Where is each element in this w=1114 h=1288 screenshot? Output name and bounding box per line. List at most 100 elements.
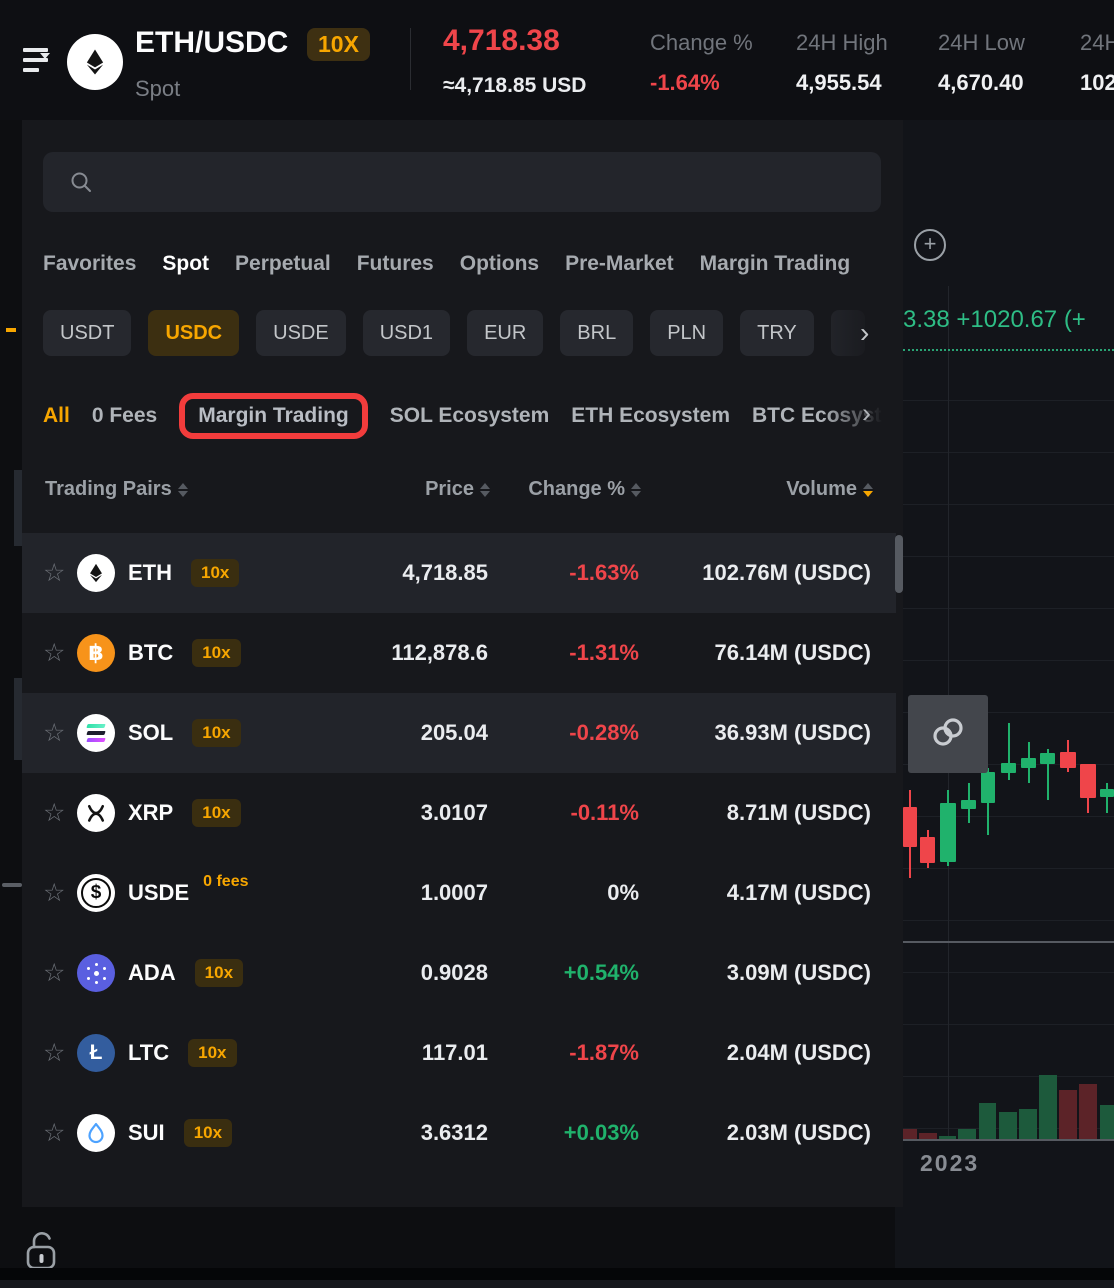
chart-horizontal-gridline (895, 972, 1114, 973)
table-header: Trading Pairs Price Change % Volume (22, 478, 896, 514)
filter-eth-ecosystem[interactable]: ETH Ecosystem (571, 404, 730, 428)
table-row-btc[interactable]: ☆฿BTC10x112,878.6-1.31%76.14M (USDC) (22, 613, 896, 693)
quote-chip-brl[interactable]: BRL (560, 310, 633, 356)
pair-title[interactable]: ETH/USDC (135, 26, 288, 60)
sol-icon (77, 714, 115, 752)
pair-cell: ☆ŁLTC10x (43, 1013, 237, 1093)
hamburger-menu-icon[interactable] (23, 48, 53, 74)
favorite-star-icon[interactable]: ☆ (43, 1118, 69, 1148)
chain-link-button[interactable] (908, 695, 988, 773)
favorite-star-icon[interactable]: ☆ (43, 718, 69, 748)
bottom-bar (0, 1280, 1114, 1288)
circled-plus-icon[interactable]: + (914, 229, 946, 261)
column-label: Change % (528, 478, 625, 501)
change-cell: -1.31% (569, 640, 639, 666)
column-label: Volume (786, 478, 857, 501)
table-row-sui[interactable]: ☆SUI10x3.6312+0.03%2.03M (USDC) (22, 1093, 896, 1173)
tab-perpetual[interactable]: Perpetual (235, 252, 331, 276)
favorite-star-icon[interactable]: ☆ (43, 958, 69, 988)
filter-all[interactable]: All (43, 404, 70, 428)
favorite-star-icon[interactable]: ☆ (43, 878, 69, 908)
table-row-eth[interactable]: ☆ETH10x4,718.85-1.63%102.76M (USDC) (22, 533, 896, 613)
stat-label: Change % (650, 30, 753, 56)
bottom-gap (0, 1268, 1114, 1280)
leverage-badge: 10x (188, 1039, 236, 1067)
search-box[interactable] (43, 152, 881, 212)
favorite-star-icon[interactable]: ☆ (43, 638, 69, 668)
table-row-ltc[interactable]: ☆ŁLTC10x117.01-1.87%2.04M (USDC) (22, 1013, 896, 1093)
pair-cell: ☆฿BTC10x (43, 613, 241, 693)
favorite-star-icon[interactable]: ☆ (43, 798, 69, 828)
pair-symbol: BTC (128, 640, 173, 666)
quote-chip-try[interactable]: TRY (740, 310, 814, 356)
stat-value: 4,670.40 (938, 70, 1024, 96)
column-header-change-[interactable]: Change % (528, 478, 641, 501)
pair-cell: ☆SUI10x (43, 1093, 232, 1173)
volume-cell: 102.76M (USDC) (702, 560, 871, 586)
chart-horizontal-gridline (895, 1024, 1114, 1025)
filter-sol-ecosystem[interactable]: SOL Ecosystem (390, 404, 550, 428)
tab-futures[interactable]: Futures (357, 252, 434, 276)
btc-icon: ฿ (77, 634, 115, 672)
filters-scroll-right-chevron-icon[interactable]: › (862, 398, 871, 429)
approx-usd-price: ≈4,718.85 USD (443, 74, 586, 98)
sort-down-triangle (480, 491, 490, 497)
favorite-star-icon[interactable]: ☆ (43, 558, 69, 588)
last-price: 4,718.38 (443, 24, 560, 58)
filter-0-fees[interactable]: 0 Fees (92, 404, 157, 428)
column-header-price[interactable]: Price (425, 478, 490, 501)
sort-down-triangle (178, 491, 188, 497)
pair-cell: ☆SOL10x (43, 693, 241, 773)
market-tabs: Favorites Spot Perpetual Futures Options Pre-… (43, 252, 903, 276)
eth-logo-icon (67, 34, 123, 90)
filter-margin-trading-annotated[interactable]: Margin Trading (179, 393, 368, 439)
change-cell: +0.54% (564, 960, 639, 986)
search-input[interactable] (103, 152, 867, 214)
pair-cell: ☆ XRP 10x (43, 773, 241, 853)
chart-horizontal-gridline (895, 400, 1114, 401)
header: ETH/USDC 10X Spot 4,718.38 ≈4,718.85 USD… (0, 0, 1114, 120)
tab-spot[interactable]: Spot (162, 252, 209, 276)
quote-chip-eur[interactable]: EUR (467, 310, 543, 356)
volume-bar (1059, 1090, 1077, 1140)
left-fragment-block (14, 678, 22, 760)
table-row-ada[interactable]: ☆ADA10x0.9028+0.54%3.09M (USDC) (22, 933, 896, 1013)
volume-cell: 36.93M (USDC) (715, 720, 871, 746)
quote-chip-usdt[interactable]: USDT (43, 310, 131, 356)
column-header-trading-pairs[interactable]: Trading Pairs (45, 478, 188, 501)
tab-margin-trading[interactable]: Margin Trading (700, 252, 851, 276)
chart-pnl-label: 3.38 +1020.67 (+ (903, 306, 1086, 334)
sort-icon (480, 483, 490, 497)
favorite-star-icon[interactable]: ☆ (43, 1038, 69, 1068)
chart-horizontal-gridline (895, 660, 1114, 661)
column-header-volume[interactable]: Volume (786, 478, 873, 501)
price-cell: 205.04 (421, 720, 488, 746)
volume-bar (1100, 1105, 1114, 1140)
table-row-sol[interactable]: ☆SOL10x205.04-0.28%36.93M (USDC) (22, 693, 896, 773)
quote-chip-pln[interactable]: PLN (650, 310, 723, 356)
chips-scroll-right-chevron-icon[interactable]: › (860, 316, 869, 350)
table-row-usde[interactable]: ☆$USDE0 fees1.00070%4.17M (USDC) (22, 853, 896, 933)
pair-cell: ☆ADA10x (43, 933, 243, 1013)
xrp-icon (77, 794, 115, 832)
tab-favorites[interactable]: Favorites (43, 252, 136, 276)
candle-wick (1106, 783, 1108, 813)
tab-options[interactable]: Options (460, 252, 539, 276)
chips-fade (812, 308, 903, 358)
price-cell: 112,878.6 (391, 640, 488, 666)
tab-pre-market[interactable]: Pre-Market (565, 252, 674, 276)
pair-symbol: XRP (128, 800, 173, 826)
volume-cell: 8.71M (USDC) (727, 800, 871, 826)
candle-body (981, 772, 995, 803)
scrollbar-thumb[interactable] (895, 535, 903, 593)
sort-icon (863, 483, 873, 497)
column-label: Price (425, 478, 474, 501)
pair-symbol: SUI (128, 1120, 165, 1146)
quote-chip-usdc[interactable]: USDC (148, 310, 239, 356)
table-row-xrp[interactable]: ☆XRP10x3.0107-0.11%8.71M (USDC) (22, 773, 896, 853)
leverage-badge: 10x (192, 799, 240, 827)
quote-chip-usde[interactable]: USDE (256, 310, 346, 356)
quote-chip-usd1[interactable]: USD1 (363, 310, 450, 356)
price-cell: 4,718.85 (402, 560, 488, 586)
ltc-icon: Ł (77, 1034, 115, 1072)
